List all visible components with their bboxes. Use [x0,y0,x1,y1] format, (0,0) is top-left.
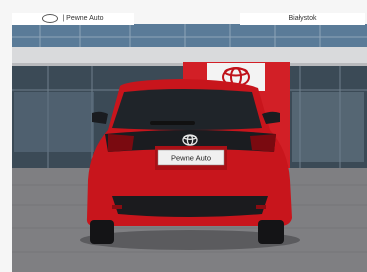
banner-left-text: | Pewne Auto [62,15,104,22]
left-tail-light [108,134,134,152]
right-tail-light [250,134,276,152]
rear-bumper [112,196,268,217]
banner-right: Białystok [240,13,365,25]
left-rear-tire [90,220,114,244]
dealership-photo: Pewne Auto [0,0,367,272]
license-plate-text: Pewne Auto [171,154,211,163]
banner-right-text: Białystok [288,15,317,22]
rear-wiper [150,121,195,125]
toyota-banner-logo-icon [42,13,59,23]
right-rear-tire [258,220,284,244]
banner-left: | Pewne Auto [12,13,134,25]
left-mirror [92,111,108,124]
